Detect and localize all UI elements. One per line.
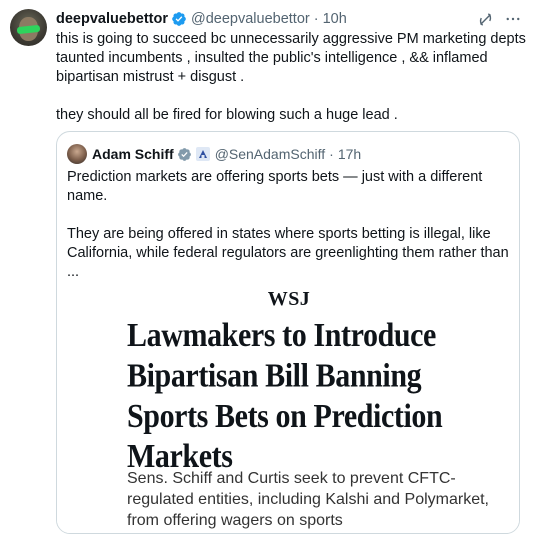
timestamp[interactable]: 10h	[323, 11, 347, 27]
article-subhead: Sens. Schiff and Curtis seek to prevent …	[127, 470, 489, 529]
verified-badge-icon	[177, 147, 192, 162]
government-affiliation-icon	[195, 147, 210, 161]
quoted-tweet[interactable]: Adam Schiff @SenAdamSchiff · 17h Predict…	[56, 131, 520, 534]
quoted-timestamp[interactable]: 17h	[338, 146, 361, 162]
quoted-author-handle[interactable]: @SenAdamSchiff	[215, 146, 325, 162]
tweet-text: this is going to succeed bc unnecessaril…	[56, 31, 526, 123]
separator-dot: ·	[329, 146, 334, 162]
quoted-header: Adam Schiff @SenAdamSchiff · 17h	[67, 144, 361, 164]
outlet-logo: WSJ	[267, 288, 311, 310]
verified-badge-icon	[171, 11, 187, 27]
quoted-tweet-text: Prediction markets are offering sports b…	[67, 169, 509, 280]
more-icon[interactable]	[504, 10, 522, 28]
author-handle[interactable]: @deepvaluebettor	[191, 11, 310, 27]
tweet[interactable]: deepvaluebettor @deepvaluebettor · 10h t…	[0, 0, 540, 543]
avatar[interactable]	[10, 9, 47, 46]
separator-dot: ·	[313, 11, 319, 27]
author-name[interactable]: deepvaluebettor	[56, 11, 168, 27]
article-headline: Lawmakers to Introduce Bipartisan Bill B…	[127, 317, 443, 476]
tweet-header: deepvaluebettor @deepvaluebettor · 10h	[56, 9, 347, 29]
quoted-author-name[interactable]: Adam Schiff	[92, 146, 174, 162]
grok-icon[interactable]	[476, 10, 494, 28]
quoted-avatar[interactable]	[67, 144, 87, 164]
top-actions	[476, 10, 522, 28]
article-card[interactable]: WSJ Lawmakers to Introduce Bipartisan Bi…	[57, 282, 519, 533]
